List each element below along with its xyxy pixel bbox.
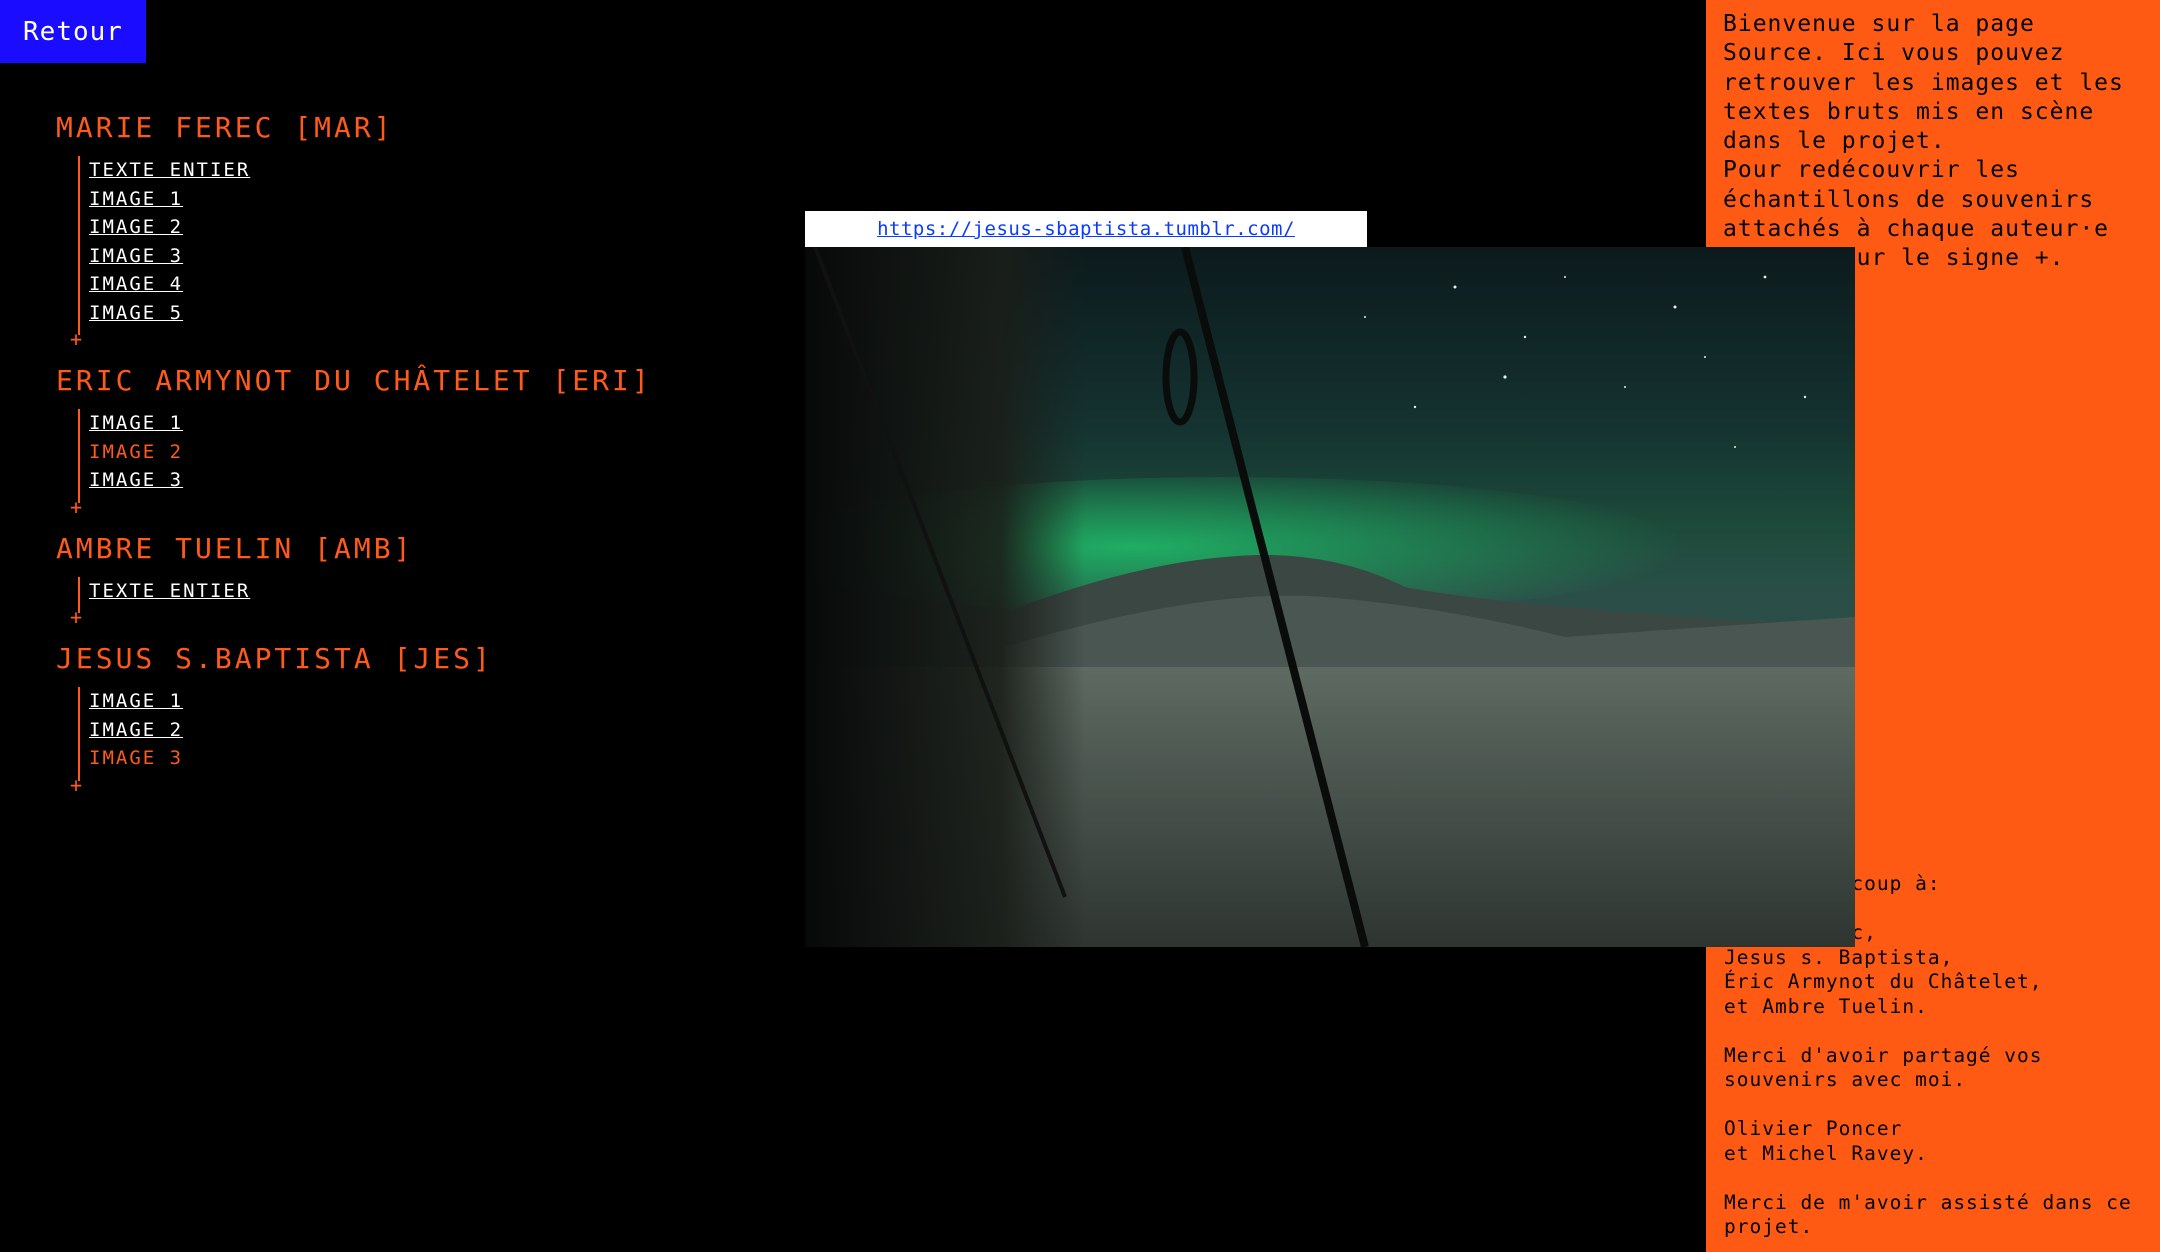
author-items: Image 1 Image 2 Image 3 + xyxy=(70,687,756,795)
source-link[interactable]: Texte entier xyxy=(89,156,756,185)
back-button[interactable]: Retour xyxy=(0,0,146,63)
author-name: Marie Ferec [MAR] xyxy=(56,111,394,144)
expand-plus-icon[interactable]: + xyxy=(70,607,82,627)
author-items: Image 1 Image 2 Image 3 + xyxy=(70,409,756,517)
source-link[interactable]: Image 2 xyxy=(89,438,756,467)
source-link[interactable]: Image 1 xyxy=(89,185,756,214)
author-section: Jesus S.Baptista [JES] Image 1 Image 2 I… xyxy=(56,641,756,795)
author-name: Ambre Tuelin [AMB] xyxy=(56,531,414,565)
author-name: Jesus S.Baptista [JES] xyxy=(56,642,493,675)
sources-list: Marie Ferec [MAR] Texte entier Image 1 I… xyxy=(56,110,756,809)
aurora-photo xyxy=(805,247,1855,947)
source-link[interactable]: Image 3 xyxy=(89,744,756,773)
author-section: Marie Ferec [MAR] Texte entier Image 1 I… xyxy=(56,110,756,349)
image-viewer: https://jesus-sbaptista.tumblr.com/ xyxy=(805,211,1855,947)
source-link[interactable]: Image 1 xyxy=(89,687,756,716)
source-link[interactable]: Image 3 xyxy=(89,242,756,271)
expand-plus-icon[interactable]: + xyxy=(70,775,82,795)
source-link[interactable]: Image 3 xyxy=(89,466,756,495)
author-section: Ambre Tuelin [AMB] Texte entier + xyxy=(56,531,756,628)
source-link[interactable]: Image 2 xyxy=(89,716,756,745)
source-url-link[interactable]: https://jesus-sbaptista.tumblr.com/ xyxy=(877,218,1295,240)
source-link[interactable]: Image 4 xyxy=(89,270,756,299)
author-items: Texte entier Image 1 Image 2 Image 3 Ima… xyxy=(70,156,756,349)
author-items: Texte entier + xyxy=(70,576,756,627)
expand-plus-icon[interactable]: + xyxy=(70,497,82,517)
source-link[interactable]: Texte entier xyxy=(89,577,756,606)
source-link[interactable]: Image 5 xyxy=(89,299,756,328)
author-name: Eric Armynot du Châtelet [ERI] xyxy=(56,364,652,397)
author-section: Eric Armynot du Châtelet [ERI] Image 1 I… xyxy=(56,363,756,517)
source-url-bar: https://jesus-sbaptista.tumblr.com/ xyxy=(805,211,1367,247)
source-link[interactable]: Image 2 xyxy=(89,213,756,242)
expand-plus-icon[interactable]: + xyxy=(70,329,82,349)
source-link[interactable]: Image 1 xyxy=(89,409,756,438)
